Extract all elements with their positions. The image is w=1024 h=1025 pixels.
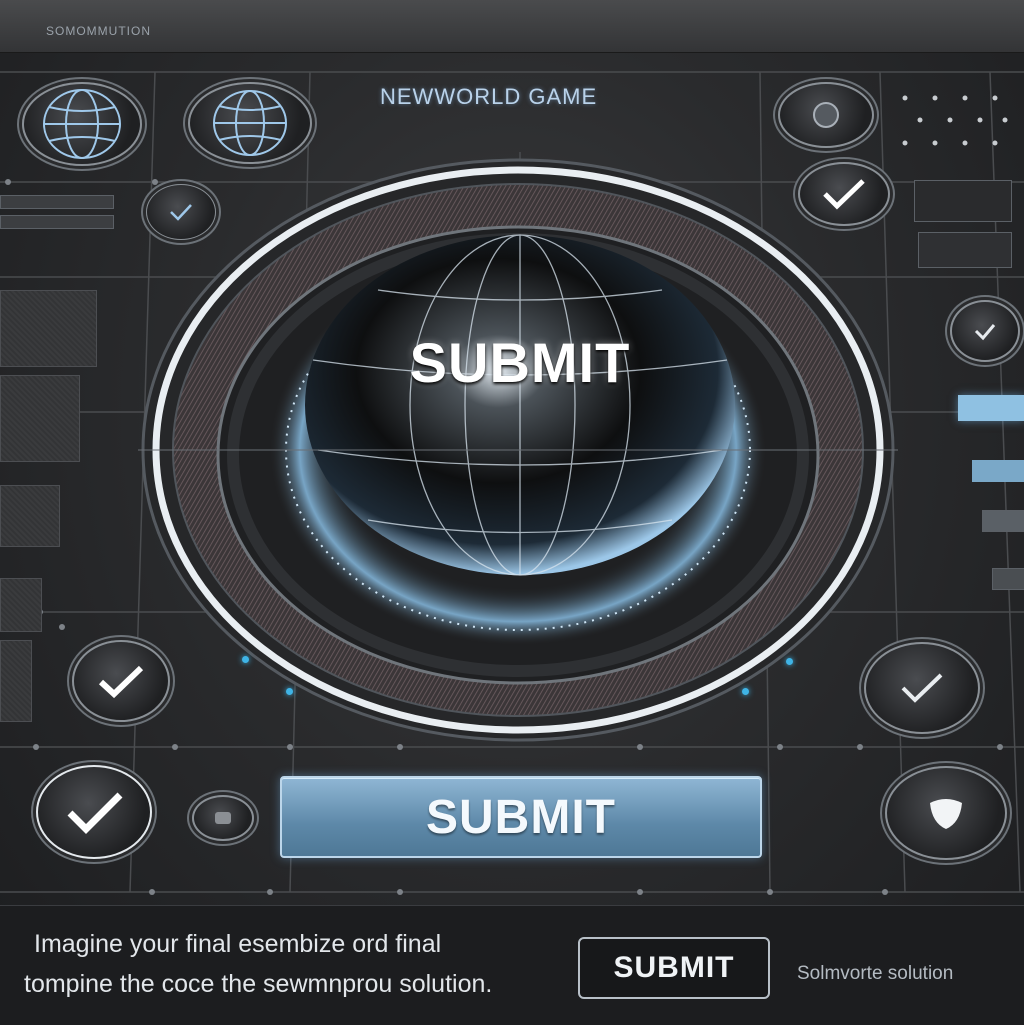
- right-level-bar-2: [972, 460, 1024, 482]
- small-icon-button[interactable]: [192, 795, 254, 841]
- check-button-left[interactable]: [72, 640, 170, 722]
- left-tile-5[interactable]: [0, 640, 32, 722]
- caption-line-2: tompine the coce the sewmnprou solution.: [24, 970, 493, 998]
- main-submit-button[interactable]: SUBMIT: [280, 776, 762, 858]
- check-button-right[interactable]: [950, 300, 1020, 362]
- status-light-3: [742, 688, 749, 695]
- left-tile-4[interactable]: [0, 578, 42, 632]
- left-slot-1: [0, 195, 114, 209]
- globe-icon: [43, 89, 121, 159]
- hub-dial: [138, 158, 898, 742]
- globe-button-1[interactable]: [22, 82, 142, 166]
- right-slot-1[interactable]: [914, 180, 1012, 222]
- check-icon: [901, 673, 943, 703]
- game-title: NEWWORLD GAME: [380, 84, 598, 109]
- left-tile-3[interactable]: [0, 485, 60, 547]
- shield-button[interactable]: [885, 766, 1007, 860]
- right-level-bar-1: [958, 395, 1024, 421]
- shield-icon: [930, 799, 962, 829]
- check-button-right-lower[interactable]: [864, 642, 980, 734]
- footer-submit-button[interactable]: SUBMIT: [578, 937, 770, 999]
- check-icon: [98, 665, 144, 699]
- hub-submit-button[interactable]: SUBMIT: [360, 330, 680, 400]
- indicator-dots: [902, 95, 1008, 146]
- left-tile-2[interactable]: [0, 375, 80, 462]
- left-tile-1[interactable]: [0, 290, 97, 367]
- caption-line-1: Imagine your final esembize ord final: [34, 930, 442, 958]
- right-slot-2[interactable]: [918, 232, 1012, 268]
- toggle-icon: [215, 812, 231, 824]
- status-light-4: [786, 658, 793, 665]
- check-button-bottom-left[interactable]: [36, 765, 152, 859]
- globe-icon: [213, 90, 287, 156]
- right-level-bar-4: [992, 568, 1024, 590]
- check-icon: [67, 792, 123, 834]
- toggle-icon: [813, 102, 839, 128]
- left-slot-2: [0, 215, 114, 229]
- footer-side-label: Solmvorte solution: [797, 963, 954, 984]
- status-light-2: [286, 688, 293, 695]
- toggle-button[interactable]: [778, 82, 874, 148]
- right-level-bar-3: [982, 510, 1024, 532]
- status-light-1: [242, 656, 249, 663]
- top-bar-label: SOMOMMUTION: [46, 24, 151, 38]
- top-bar: [0, 0, 1024, 53]
- check-icon: [974, 324, 996, 341]
